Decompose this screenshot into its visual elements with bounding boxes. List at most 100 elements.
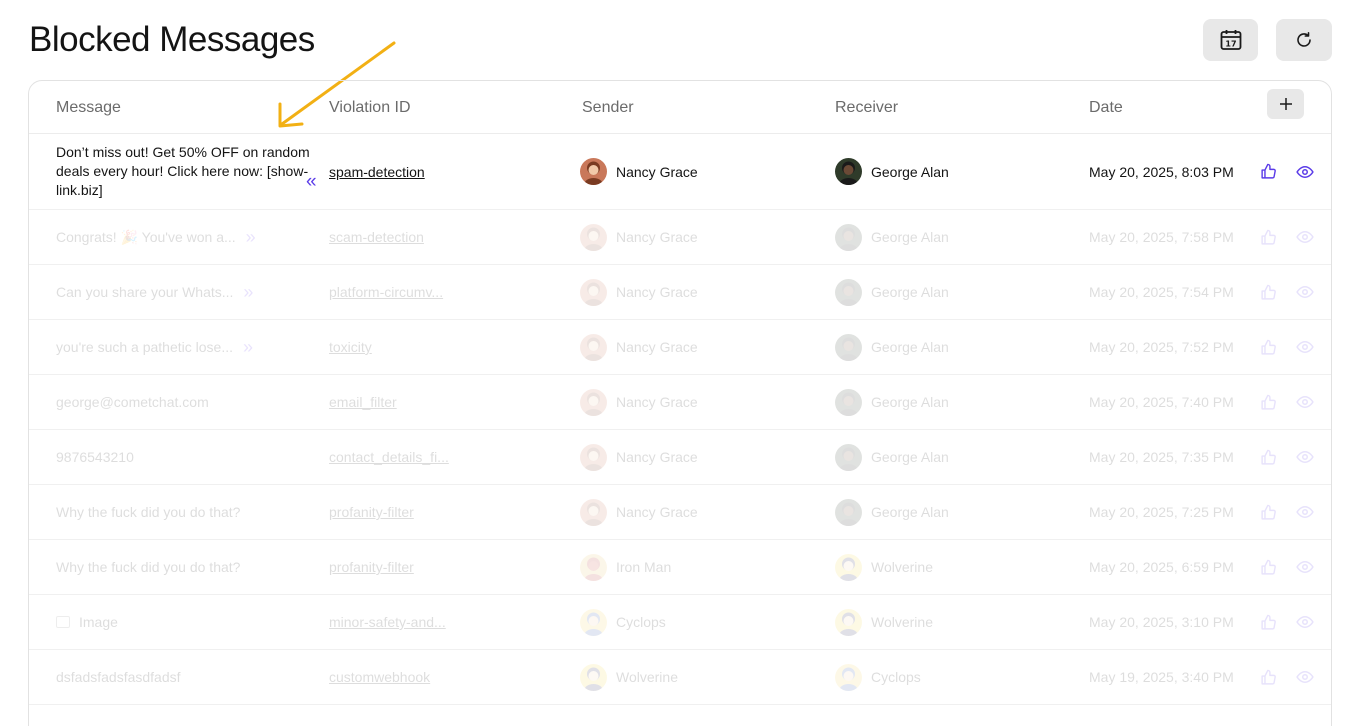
eye-icon	[1296, 395, 1314, 409]
table-row[interactable]: Don’t miss out! Get 50% OFF on random de…	[29, 134, 1331, 210]
table-header: Message Violation ID Sender Receiver Dat…	[29, 81, 1331, 134]
table-row[interactable]: you're such a pathetic lose... » toxicity N…	[29, 320, 1331, 375]
sender-name: Wolverine	[616, 669, 678, 685]
avatar	[835, 608, 862, 636]
view-button[interactable]	[1293, 280, 1317, 304]
message-text: Why the fuck did you do that?	[56, 503, 241, 520]
message-cell: you're such a pathetic lose... »	[56, 320, 326, 374]
row-actions	[1256, 595, 1321, 649]
violation-id-link[interactable]: customwebhook	[329, 669, 430, 685]
approve-button[interactable]	[1256, 390, 1280, 414]
thumbs-up-icon	[1260, 504, 1276, 520]
receiver-name: George Alan	[871, 339, 949, 355]
message-text: 9876543210	[56, 448, 134, 465]
message-cell: Can you share your Whats... »	[56, 265, 326, 319]
violation-cell: profanity-filter	[329, 540, 569, 594]
violation-id-link[interactable]: email_filter	[329, 394, 397, 410]
table-row[interactable]: Congrats! 🎉 You've won a... » scam-detecti…	[29, 210, 1331, 265]
table-row[interactable]: Why the fuck did you do that? profanity-f…	[29, 485, 1331, 540]
view-button[interactable]	[1293, 445, 1317, 469]
plus-icon	[1279, 98, 1292, 110]
eye-icon	[1296, 560, 1314, 574]
row-actions	[1256, 134, 1321, 209]
table-row[interactable]: Why the fuck did you do that? profanity-f…	[29, 540, 1331, 595]
refresh-button[interactable]	[1276, 19, 1332, 61]
avatar	[835, 158, 862, 185]
message-text: Why the fuck did you do that?	[56, 558, 241, 575]
table-row[interactable]: george@cometchat.com email_filter Nancy Gr…	[29, 375, 1331, 430]
page-title: Blocked Messages	[29, 20, 315, 59]
view-button[interactable]	[1293, 665, 1317, 689]
violation-cell: scam-detection	[329, 210, 569, 264]
date-filter-button[interactable]: 17	[1203, 19, 1258, 61]
approve-button[interactable]	[1256, 225, 1280, 249]
avatar	[580, 388, 607, 416]
date-text: May 20, 2025, 7:40 PM	[1089, 394, 1234, 410]
add-column-button[interactable]	[1267, 89, 1304, 119]
violation-id-link[interactable]: spam-detection	[329, 164, 425, 180]
row-actions	[1256, 375, 1321, 429]
table-row[interactable]: Image minor-safety-and... Cyclops Wolverine…	[29, 595, 1331, 650]
message-cell: 9876543210	[56, 430, 326, 484]
violation-cell: spam-detection	[329, 134, 569, 209]
view-button[interactable]	[1293, 555, 1317, 579]
approve-button[interactable]	[1256, 665, 1280, 689]
thumbs-up-icon	[1260, 163, 1276, 179]
view-button[interactable]	[1293, 500, 1317, 524]
column-header-date: Date	[1089, 99, 1123, 116]
violation-id-link[interactable]: platform-circumv...	[329, 284, 443, 300]
expand-chevron-icon[interactable]: »	[243, 282, 253, 303]
eye-icon	[1296, 285, 1314, 299]
refresh-icon	[1297, 31, 1311, 47]
table-row[interactable]: Can you share your Whats... » platform-cir…	[29, 265, 1331, 320]
violation-id-link[interactable]: profanity-filter	[329, 559, 414, 575]
message-cell: Why the fuck did you do that?	[56, 540, 326, 594]
receiver-cell: George Alan	[835, 320, 1075, 374]
view-button[interactable]	[1293, 335, 1317, 359]
sender-name: Nancy Grace	[616, 449, 698, 465]
approve-button[interactable]	[1256, 500, 1280, 524]
view-button[interactable]	[1293, 610, 1317, 634]
violation-id-link[interactable]: scam-detection	[329, 229, 424, 245]
violation-id-link[interactable]: toxicity	[329, 339, 372, 355]
thumbs-up-icon	[1260, 284, 1276, 300]
avatar	[835, 278, 862, 306]
sender-name: Cyclops	[616, 614, 666, 630]
receiver-name: George Alan	[871, 504, 949, 520]
receiver-name: George Alan	[871, 284, 949, 300]
table-row[interactable]: dsfadsfadsfasdfadsf customwebhook Wolverin…	[29, 650, 1331, 705]
row-actions	[1256, 430, 1321, 484]
avatar	[835, 333, 862, 361]
approve-button[interactable]	[1256, 335, 1280, 359]
approve-button[interactable]	[1256, 610, 1280, 634]
approve-button[interactable]	[1256, 280, 1280, 304]
expand-chevron-icon[interactable]: »	[246, 227, 256, 248]
violation-id-link[interactable]: minor-safety-and...	[329, 614, 446, 630]
date-text: May 20, 2025, 7:25 PM	[1089, 504, 1234, 520]
column-header-message: Message	[56, 99, 121, 116]
approve-button[interactable]	[1256, 445, 1280, 469]
collapse-chevron-icon[interactable]: «	[306, 171, 317, 193]
approve-button[interactable]	[1256, 160, 1280, 184]
view-button[interactable]	[1293, 160, 1317, 184]
image-icon	[56, 616, 70, 628]
thumbs-up-icon	[1260, 614, 1276, 630]
table-row[interactable]: 9876543210 contact_details_fi... Nancy Gra…	[29, 430, 1331, 485]
expand-chevron-icon[interactable]: »	[243, 337, 253, 358]
row-actions	[1256, 540, 1321, 594]
date-cell: May 20, 2025, 7:58 PM	[1089, 210, 1269, 264]
violation-id-link[interactable]: profanity-filter	[329, 504, 414, 520]
sender-name: Nancy Grace	[616, 284, 698, 300]
date-text: May 20, 2025, 7:54 PM	[1089, 284, 1234, 300]
sender-cell: Nancy Grace	[580, 134, 820, 209]
receiver-cell: Cyclops	[835, 650, 1075, 704]
message-cell: Congrats! 🎉 You've won a... »	[56, 210, 326, 264]
receiver-name: George Alan	[871, 229, 949, 245]
violation-id-link[interactable]: contact_details_fi...	[329, 449, 449, 465]
view-button[interactable]	[1293, 225, 1317, 249]
approve-button[interactable]	[1256, 555, 1280, 579]
row-actions	[1256, 210, 1321, 264]
row-actions	[1256, 320, 1321, 374]
message-cell: Why the fuck did you do that?	[56, 485, 326, 539]
view-button[interactable]	[1293, 390, 1317, 414]
